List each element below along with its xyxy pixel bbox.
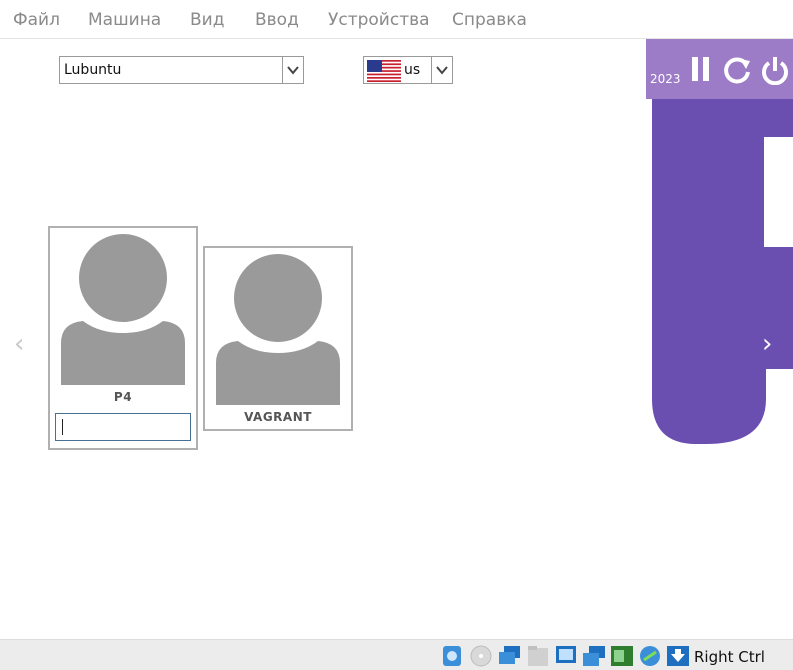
menu-help[interactable]: Справка xyxy=(452,10,527,30)
guest-screen[interactable]: Lubuntu us ‹ › 2023 P4 VAGRANT xyxy=(0,39,793,639)
pause-icon[interactable] xyxy=(690,55,712,83)
power-icon[interactable] xyxy=(760,55,790,85)
display-icon[interactable] xyxy=(555,645,577,667)
menu-file[interactable]: Файл xyxy=(13,10,60,30)
restart-icon[interactable] xyxy=(722,55,752,85)
status-bar: Right Ctrl xyxy=(0,639,793,670)
user-card-p4[interactable]: P4 xyxy=(48,226,198,450)
user-name-p4: P4 xyxy=(113,390,133,404)
chevron-down-icon[interactable] xyxy=(282,57,303,83)
clock-year: 2023 xyxy=(650,72,681,86)
password-field[interactable] xyxy=(55,413,191,441)
menu-machine[interactable]: Машина xyxy=(88,10,161,30)
menu-bar: Файл Машина Вид Ввод Устройства Справка xyxy=(0,0,793,39)
session-select-value: Lubuntu xyxy=(64,62,122,78)
host-key-label: Right Ctrl xyxy=(694,648,765,666)
keyboard-layout-value: us xyxy=(404,62,421,78)
keyboard-layout-select[interactable]: us xyxy=(363,56,453,84)
hard-disk-icon[interactable] xyxy=(442,645,462,667)
avatar-placeholder-icon xyxy=(61,233,185,385)
video-capture-icon[interactable] xyxy=(582,645,606,667)
menu-input[interactable]: Ввод xyxy=(255,10,299,30)
previous-arrow-icon[interactable]: ‹ xyxy=(14,329,24,359)
user-name-vagrant: VAGRANT xyxy=(244,410,312,424)
mouse-integration-icon[interactable] xyxy=(638,645,662,667)
user-card-vagrant[interactable]: VAGRANT xyxy=(203,246,353,431)
session-select[interactable]: Lubuntu xyxy=(59,56,304,84)
text-caret xyxy=(62,419,63,435)
network-icon[interactable] xyxy=(498,645,522,667)
chevron-down-icon[interactable] xyxy=(431,57,452,83)
shared-folder-icon[interactable] xyxy=(527,645,549,667)
optical-drive-icon[interactable] xyxy=(470,645,492,667)
us-flag-icon xyxy=(367,60,401,82)
menu-devices[interactable]: Устройства xyxy=(328,10,430,30)
menu-view[interactable]: Вид xyxy=(190,10,224,30)
usb-icon[interactable] xyxy=(610,645,634,667)
avatar-placeholder-icon xyxy=(216,253,340,405)
next-arrow-icon[interactable]: › xyxy=(762,329,772,359)
host-key-arrow-icon[interactable] xyxy=(666,645,690,667)
